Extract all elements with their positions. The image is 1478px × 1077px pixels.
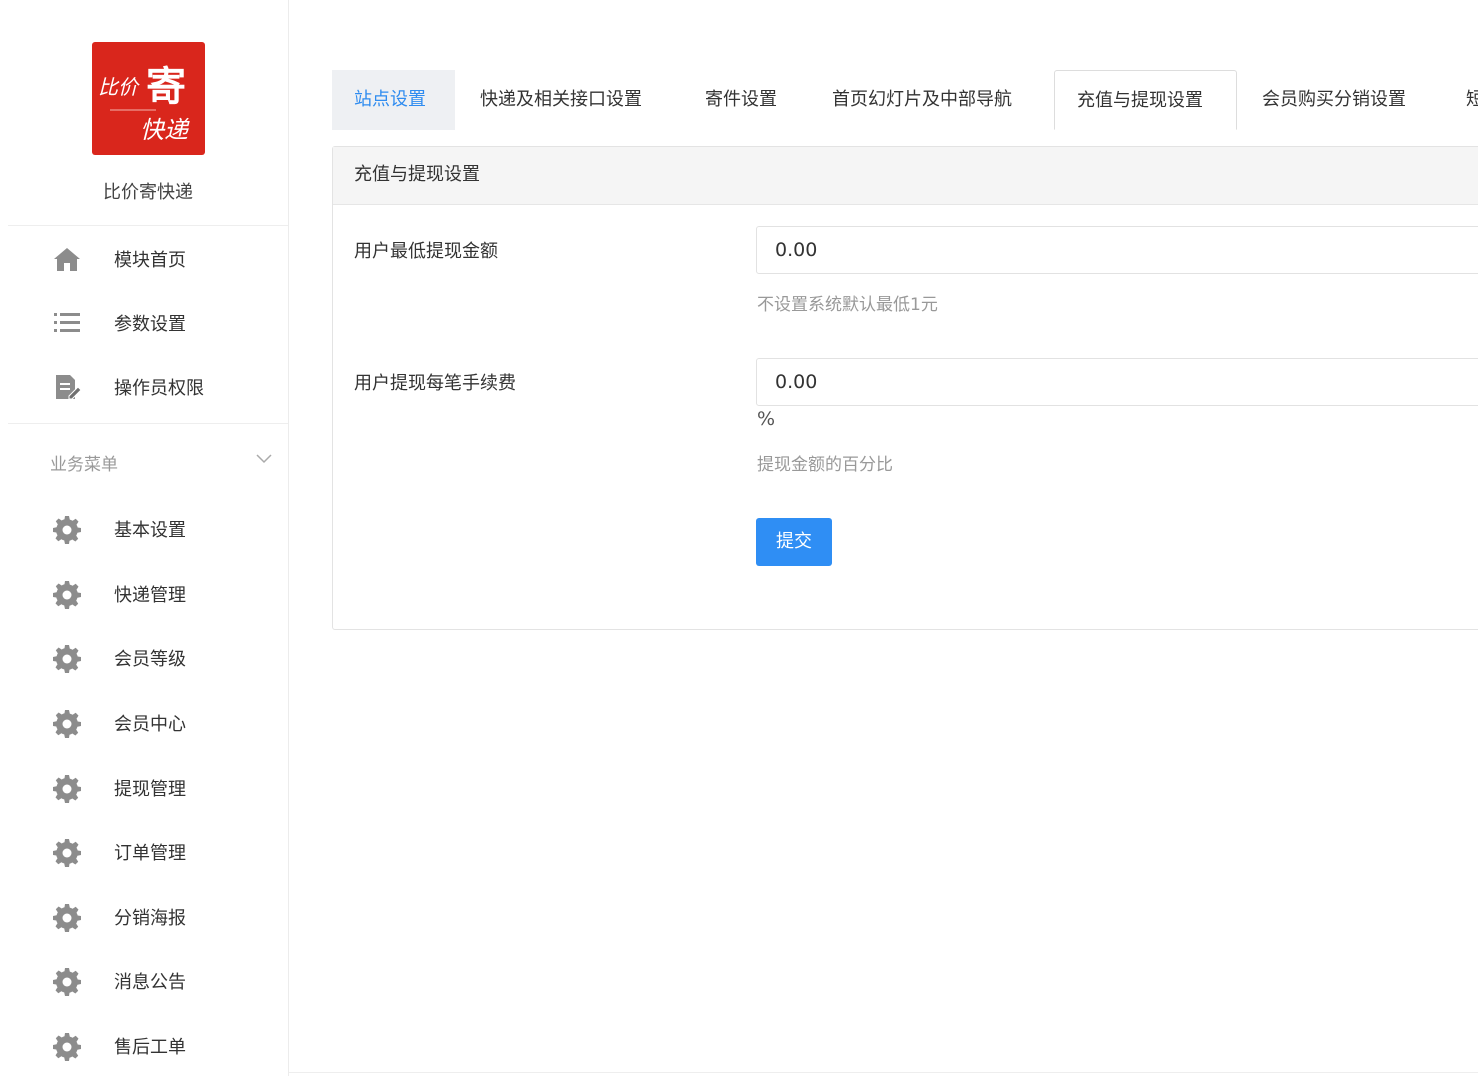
menu-item-label: 提现管理 <box>114 779 186 800</box>
logo-text-kuaidi: 快递 <box>140 116 190 144</box>
settings-panel: 充值与提现设置 用户最低提现金额 0.00 不设置系统默认最低1元 用户提现每笔… <box>332 146 1478 630</box>
menu-item-express[interactable]: 快递管理 <box>8 561 288 625</box>
menu-item-home[interactable]: 模块首页 <box>8 226 288 290</box>
gear-icon <box>52 902 82 932</box>
logo-text-ji: 寄 <box>146 63 186 110</box>
sidebar: 比价 寄 快递 比价寄快递 模块首页 参数设置 操作员权限 业务菜单 基本设置 … <box>0 0 289 1076</box>
chevron-down-icon <box>254 448 274 468</box>
menu-item-withdraw[interactable]: 提现管理 <box>8 755 288 819</box>
menu-item-label: 消息公告 <box>114 972 186 993</box>
fee-input[interactable]: 0.00 <box>756 358 1478 406</box>
menu-item-label: 操作员权限 <box>114 378 204 399</box>
menu-item-label: 订单管理 <box>114 843 186 864</box>
menu-top: 模块首页 参数设置 操作员权限 <box>8 226 288 424</box>
menu-item-operator[interactable]: 操作员权限 <box>8 354 288 418</box>
logo-graphic: 比价 寄 快递 <box>98 63 190 144</box>
brand-logo[interactable]: 比价 寄 快递 <box>92 42 205 155</box>
gear-icon <box>52 514 82 544</box>
gear-icon <box>52 773 82 803</box>
tab-recharge-withdraw[interactable]: 充值与提现设置 <box>1054 70 1237 130</box>
fee-help: 提现金额的百分比 <box>757 455 893 475</box>
menu-item-basic-settings[interactable]: 基本设置 <box>8 496 288 560</box>
home-icon <box>52 244 82 274</box>
tab-slides-nav[interactable]: 首页幻灯片及中部导航 <box>810 70 1034 130</box>
min-withdraw-help: 不设置系统默认最低1元 <box>757 295 938 315</box>
business-menu-title: 业务菜单 <box>50 455 118 475</box>
menu-item-member-center[interactable]: 会员中心 <box>8 690 288 754</box>
business-menu-header[interactable]: 业务菜单 <box>8 428 288 492</box>
tab-send-settings[interactable]: 寄件设置 <box>683 70 799 130</box>
gear-icon <box>52 1031 82 1061</box>
tab-member-distribution[interactable]: 会员购买分销设置 <box>1240 70 1428 130</box>
menu-item-label: 会员中心 <box>114 714 186 735</box>
menu-item-member-level[interactable]: 会员等级 <box>8 625 288 689</box>
tab-express-api[interactable]: 快递及相关接口设置 <box>458 70 664 130</box>
fee-label: 用户提现每笔手续费 <box>354 373 516 394</box>
edit-document-icon <box>52 372 82 402</box>
brand-name: 比价寄快递 <box>103 182 193 203</box>
submit-button[interactable]: 提交 <box>756 518 832 566</box>
tab-site-settings[interactable]: 站点设置 <box>332 70 455 130</box>
menu-item-notice[interactable]: 消息公告 <box>8 948 288 1012</box>
menu-item-poster[interactable]: 分销海报 <box>8 884 288 948</box>
menu-item-aftersale[interactable]: 售后工单 <box>8 1013 288 1077</box>
gear-icon <box>52 966 82 996</box>
list-icon <box>52 308 82 338</box>
gear-icon <box>52 643 82 673</box>
tab-bar: 站点设置 快递及相关接口设置 寄件设置 首页幻灯片及中部导航 充值与提现设置 会… <box>332 70 1478 130</box>
menu-item-label: 快递管理 <box>114 585 186 606</box>
menu-item-label: 模块首页 <box>114 250 186 271</box>
bottom-divider <box>289 1072 1478 1073</box>
menu-item-label: 参数设置 <box>114 314 186 335</box>
tab-sms[interactable]: 短 <box>1444 70 1478 130</box>
menu-item-label: 分销海报 <box>114 908 186 929</box>
menu-item-label: 基本设置 <box>114 520 186 541</box>
gear-icon <box>52 837 82 867</box>
menu-item-label: 会员等级 <box>114 649 186 670</box>
min-withdraw-input[interactable]: 0.00 <box>756 226 1478 274</box>
business-menu-list: 基本设置 快递管理 会员等级 会员中心 提现管理 订单管理 分销海报 消息公告 <box>8 496 288 1076</box>
menu-item-params[interactable]: 参数设置 <box>8 290 288 354</box>
logo-text-bijia: 比价 <box>98 75 140 99</box>
min-withdraw-label: 用户最低提现金额 <box>354 241 498 262</box>
brand: 比价 寄 快递 比价寄快递 <box>8 0 288 226</box>
gear-icon <box>52 579 82 609</box>
menu-item-label: 售后工单 <box>114 1037 186 1058</box>
gear-icon <box>52 708 82 738</box>
panel-title: 充值与提现设置 <box>333 147 1478 205</box>
fee-unit: % <box>757 408 776 430</box>
menu-item-orders[interactable]: 订单管理 <box>8 819 288 883</box>
